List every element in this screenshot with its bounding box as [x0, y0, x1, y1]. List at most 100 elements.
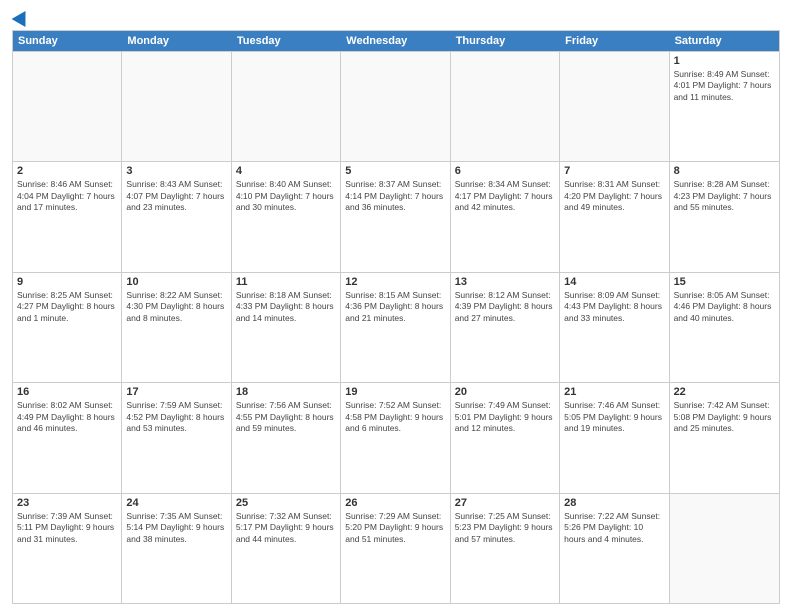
day-number: 15 [674, 276, 775, 288]
day-info: Sunrise: 7:29 AM Sunset: 5:20 PM Dayligh… [345, 511, 445, 545]
day-number: 26 [345, 497, 445, 509]
calendar-day-2: 2 Sunrise: 8:46 AM Sunset: 4:04 PM Daylig… [13, 162, 122, 271]
day-number: 14 [564, 276, 664, 288]
day-number: 7 [564, 165, 664, 177]
calendar-day-empty [670, 494, 779, 603]
day-info: Sunrise: 7:52 AM Sunset: 4:58 PM Dayligh… [345, 400, 445, 434]
header-day-monday: Monday [122, 31, 231, 51]
day-info: Sunrise: 8:22 AM Sunset: 4:30 PM Dayligh… [126, 290, 226, 324]
calendar-day-6: 6 Sunrise: 8:34 AM Sunset: 4:17 PM Daylig… [451, 162, 560, 271]
day-number: 28 [564, 497, 664, 509]
day-number: 4 [236, 165, 336, 177]
day-info: Sunrise: 8:09 AM Sunset: 4:43 PM Dayligh… [564, 290, 664, 324]
day-number: 23 [17, 497, 117, 509]
calendar-day-5: 5 Sunrise: 8:37 AM Sunset: 4:14 PM Daylig… [341, 162, 450, 271]
day-number: 12 [345, 276, 445, 288]
header-day-thursday: Thursday [451, 31, 560, 51]
logo [12, 10, 30, 24]
day-info: Sunrise: 8:37 AM Sunset: 4:14 PM Dayligh… [345, 179, 445, 213]
calendar-day-empty [560, 52, 669, 161]
day-number: 1 [674, 55, 775, 67]
calendar-day-21: 21 Sunrise: 7:46 AM Sunset: 5:05 PM Dayli… [560, 383, 669, 492]
day-number: 18 [236, 386, 336, 398]
day-number: 16 [17, 386, 117, 398]
day-number: 20 [455, 386, 555, 398]
day-info: Sunrise: 8:49 AM Sunset: 4:01 PM Dayligh… [674, 69, 775, 103]
calendar-week-2: 2 Sunrise: 8:46 AM Sunset: 4:04 PM Daylig… [13, 161, 779, 271]
calendar-day-13: 13Sunrise: 8:12 AM Sunset: 4:39 PM Dayli… [451, 273, 560, 382]
calendar-day-empty [451, 52, 560, 161]
calendar-day-27: 27Sunrise: 7:25 AM Sunset: 5:23 PM Dayli… [451, 494, 560, 603]
calendar-day-17: 17 Sunrise: 7:59 AM Sunset: 4:52 PM Dayli… [122, 383, 231, 492]
calendar-day-empty [341, 52, 450, 161]
calendar: SundayMondayTuesdayWednesdayThursdayFrid… [12, 30, 780, 604]
day-info: Sunrise: 7:59 AM Sunset: 4:52 PM Dayligh… [126, 400, 226, 434]
calendar-day-24: 24Sunrise: 7:35 AM Sunset: 5:14 PM Dayli… [122, 494, 231, 603]
calendar-day-8: 8 Sunrise: 8:28 AM Sunset: 4:23 PM Daylig… [670, 162, 779, 271]
header-day-saturday: Saturday [670, 31, 779, 51]
calendar-day-22: 22Sunrise: 7:42 AM Sunset: 5:08 PM Dayli… [670, 383, 779, 492]
calendar-week-5: 23 Sunrise: 7:39 AM Sunset: 5:11 PM Dayli… [13, 493, 779, 603]
calendar-day-16: 16 Sunrise: 8:02 AM Sunset: 4:49 PM Dayli… [13, 383, 122, 492]
day-info: Sunrise: 8:46 AM Sunset: 4:04 PM Dayligh… [17, 179, 117, 213]
day-info: Sunrise: 7:46 AM Sunset: 5:05 PM Dayligh… [564, 400, 664, 434]
day-number: 10 [126, 276, 226, 288]
day-number: 22 [674, 386, 775, 398]
calendar-body: 1 Sunrise: 8:49 AM Sunset: 4:01 PM Daylig… [13, 51, 779, 603]
day-info: Sunrise: 7:35 AM Sunset: 5:14 PM Dayligh… [126, 511, 226, 545]
day-number: 3 [126, 165, 226, 177]
day-number: 27 [455, 497, 555, 509]
calendar-day-26: 26 Sunrise: 7:29 AM Sunset: 5:20 PM Dayli… [341, 494, 450, 603]
day-info: Sunrise: 8:34 AM Sunset: 4:17 PM Dayligh… [455, 179, 555, 213]
calendar-week-3: 9 Sunrise: 8:25 AM Sunset: 4:27 PM Daylig… [13, 272, 779, 382]
day-info: Sunrise: 8:40 AM Sunset: 4:10 PM Dayligh… [236, 179, 336, 213]
day-info: Sunrise: 7:39 AM Sunset: 5:11 PM Dayligh… [17, 511, 117, 545]
calendar-day-15: 15 Sunrise: 8:05 AM Sunset: 4:46 PM Dayli… [670, 273, 779, 382]
header-day-friday: Friday [560, 31, 669, 51]
calendar-week-4: 16 Sunrise: 8:02 AM Sunset: 4:49 PM Dayli… [13, 382, 779, 492]
day-number: 9 [17, 276, 117, 288]
calendar-day-14: 14 Sunrise: 8:09 AM Sunset: 4:43 PM Dayli… [560, 273, 669, 382]
day-info: Sunrise: 7:49 AM Sunset: 5:01 PM Dayligh… [455, 400, 555, 434]
calendar-day-11: 11Sunrise: 8:18 AM Sunset: 4:33 PM Dayli… [232, 273, 341, 382]
day-number: 13 [455, 276, 555, 288]
page-container: SundayMondayTuesdayWednesdayThursdayFrid… [0, 0, 792, 612]
calendar-day-empty [232, 52, 341, 161]
day-number: 25 [236, 497, 336, 509]
day-number: 8 [674, 165, 775, 177]
day-number: 19 [345, 386, 445, 398]
day-number: 5 [345, 165, 445, 177]
day-number: 2 [17, 165, 117, 177]
calendar-day-empty [122, 52, 231, 161]
calendar-day-28: 28 Sunrise: 7:22 AM Sunset: 5:26 PM Dayli… [560, 494, 669, 603]
day-info: Sunrise: 8:31 AM Sunset: 4:20 PM Dayligh… [564, 179, 664, 213]
day-info: Sunrise: 8:28 AM Sunset: 4:23 PM Dayligh… [674, 179, 775, 213]
day-info: Sunrise: 8:43 AM Sunset: 4:07 PM Dayligh… [126, 179, 226, 213]
calendar-day-25: 25 Sunrise: 7:32 AM Sunset: 5:17 PM Dayli… [232, 494, 341, 603]
calendar-day-empty [13, 52, 122, 161]
calendar-day-19: 19 Sunrise: 7:52 AM Sunset: 4:58 PM Dayli… [341, 383, 450, 492]
day-number: 11 [236, 276, 336, 288]
day-info: Sunrise: 8:15 AM Sunset: 4:36 PM Dayligh… [345, 290, 445, 324]
day-info: Sunrise: 7:32 AM Sunset: 5:17 PM Dayligh… [236, 511, 336, 545]
day-info: Sunrise: 8:02 AM Sunset: 4:49 PM Dayligh… [17, 400, 117, 434]
day-number: 6 [455, 165, 555, 177]
day-info: Sunrise: 8:25 AM Sunset: 4:27 PM Dayligh… [17, 290, 117, 324]
logo-triangle-icon [12, 7, 33, 27]
calendar-day-1: 1 Sunrise: 8:49 AM Sunset: 4:01 PM Daylig… [670, 52, 779, 161]
day-info: Sunrise: 8:05 AM Sunset: 4:46 PM Dayligh… [674, 290, 775, 324]
calendar-day-20: 20 Sunrise: 7:49 AM Sunset: 5:01 PM Dayli… [451, 383, 560, 492]
header [12, 10, 780, 24]
header-day-wednesday: Wednesday [341, 31, 450, 51]
calendar-day-10: 10 Sunrise: 8:22 AM Sunset: 4:30 PM Dayli… [122, 273, 231, 382]
day-info: Sunrise: 7:22 AM Sunset: 5:26 PM Dayligh… [564, 511, 664, 545]
calendar-week-1: 1 Sunrise: 8:49 AM Sunset: 4:01 PM Daylig… [13, 51, 779, 161]
day-number: 21 [564, 386, 664, 398]
calendar-day-7: 7 Sunrise: 8:31 AM Sunset: 4:20 PM Daylig… [560, 162, 669, 271]
day-info: Sunrise: 7:56 AM Sunset: 4:55 PM Dayligh… [236, 400, 336, 434]
calendar-header: SundayMondayTuesdayWednesdayThursdayFrid… [13, 31, 779, 51]
day-number: 17 [126, 386, 226, 398]
calendar-day-18: 18 Sunrise: 7:56 AM Sunset: 4:55 PM Dayli… [232, 383, 341, 492]
header-day-tuesday: Tuesday [232, 31, 341, 51]
calendar-day-3: 3 Sunrise: 8:43 AM Sunset: 4:07 PM Daylig… [122, 162, 231, 271]
